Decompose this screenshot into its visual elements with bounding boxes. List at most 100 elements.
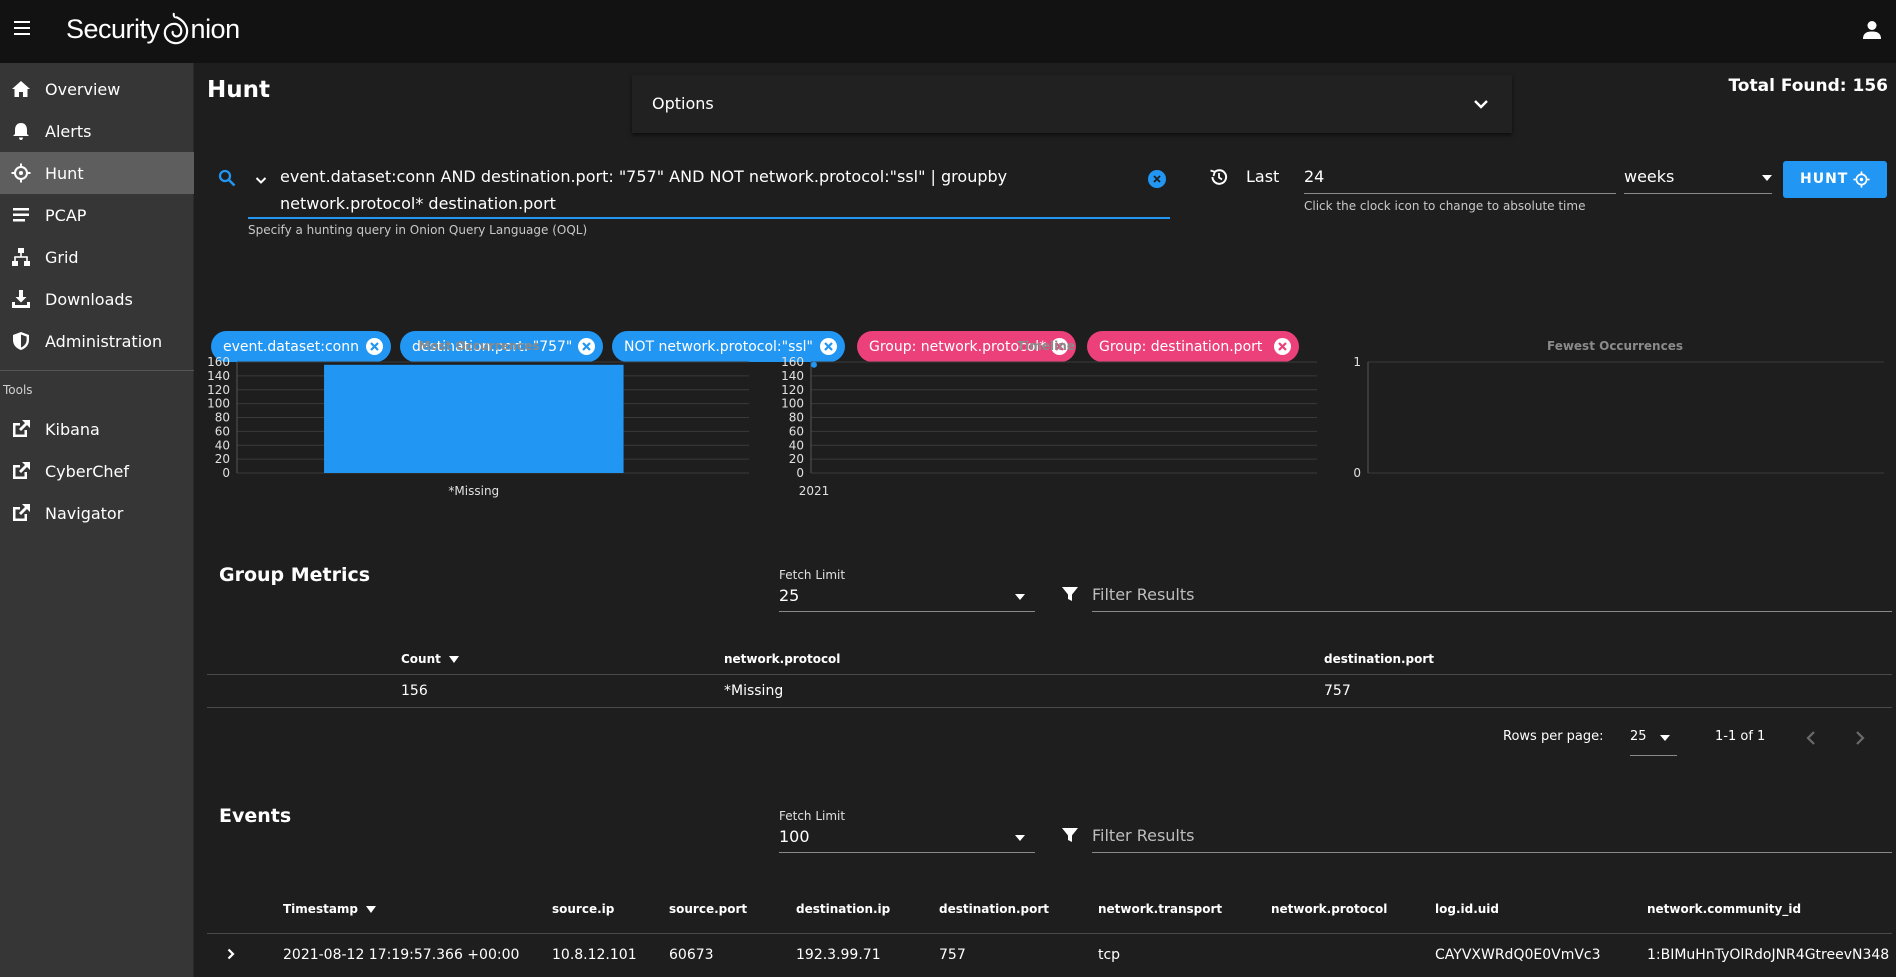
y-tick-label: 40	[789, 438, 804, 452]
chevron-right-icon[interactable]	[1855, 730, 1865, 746]
column-header-network-protocol[interactable]: network.protocol	[1271, 902, 1387, 916]
page-title: Hunt	[207, 77, 270, 103]
sidebar: Overview Alerts Hunt PCAP Grid Downloads…	[0, 63, 194, 977]
account-icon[interactable]	[1862, 20, 1882, 40]
column-header-timestamp[interactable]: Timestamp	[283, 902, 377, 916]
group-fetch-limit-underline	[779, 611, 1035, 612]
menu-icon[interactable]	[14, 20, 32, 36]
home-icon	[12, 81, 30, 97]
time-amount-input[interactable]: 24	[1304, 167, 1604, 186]
column-header-network-protocol[interactable]: network.protocol	[724, 652, 840, 666]
tools-heading: Tools	[3, 383, 33, 397]
table-divider	[207, 707, 1892, 708]
chevron-left-icon[interactable]	[1806, 730, 1816, 746]
sidebar-item-grid[interactable]: Grid	[0, 236, 194, 278]
cell-log-id-uid: CAYVXWRdQ0E0VmVc3	[1435, 947, 1601, 963]
expand-chevron-icon[interactable]	[227, 948, 235, 960]
hunt-query-input[interactable]: event.dataset:conn AND destination.port:…	[280, 163, 1160, 213]
crosshairs-icon	[11, 163, 31, 183]
column-header-destination-port[interactable]: destination.port	[1324, 652, 1434, 666]
download-icon	[12, 290, 30, 308]
sidebar-item-navigator[interactable]: Navigator	[0, 492, 194, 534]
cell-source-ip: 10.8.12.101	[552, 947, 637, 963]
events-filter-underline	[1092, 852, 1892, 853]
cell-network-community-id: 1:BIMuHnTyOlRdoJNR4GtreevN348	[1647, 947, 1890, 963]
rows-per-page-value: 25	[1630, 729, 1647, 744]
column-header-destination-ip[interactable]: destination.ip	[796, 902, 890, 916]
y-tick-label: 80	[215, 411, 230, 425]
caret-down-icon	[1015, 835, 1025, 841]
group-filter-underline	[1092, 611, 1892, 612]
cell-destination-ip: 192.3.99.71	[796, 947, 881, 963]
sidebar-item-hunt[interactable]: Hunt	[0, 152, 194, 194]
column-header-network-transport[interactable]: network.transport	[1098, 902, 1222, 916]
sidebar-item-label: PCAP	[45, 205, 87, 225]
filter-icon	[1062, 587, 1078, 601]
cell-destination-port: 757	[939, 947, 966, 963]
column-header-network-community-id[interactable]: network.community_id	[1647, 902, 1801, 916]
rows-per-page-select[interactable]: 25	[1630, 727, 1677, 749]
external-link-icon	[13, 504, 30, 521]
sidebar-item-overview[interactable]: Overview	[0, 68, 194, 110]
sidebar-item-administration[interactable]: Administration	[0, 320, 194, 362]
y-tick-label: 120	[781, 383, 804, 397]
app-logo: Security nion	[66, 12, 240, 46]
top-app-bar: Security nion	[0, 0, 1896, 63]
y-tick-label: 20	[789, 452, 804, 466]
options-label: Options	[652, 94, 714, 113]
last-label: Last	[1246, 167, 1280, 186]
time-amount-underline	[1304, 193, 1616, 194]
filter-icon	[1062, 828, 1078, 842]
sidebar-item-pcap[interactable]: PCAP	[0, 194, 194, 236]
time-unit-select[interactable]: weeks	[1624, 163, 1772, 195]
sidebar-item-alerts[interactable]: Alerts	[0, 110, 194, 152]
sidebar-item-label: Overview	[45, 79, 121, 99]
query-history-chevron-icon[interactable]	[255, 176, 267, 185]
total-found: Total Found: 156	[1728, 76, 1888, 96]
crosshairs-icon	[1853, 171, 1870, 188]
external-link-icon	[13, 462, 30, 479]
external-link-icon	[13, 420, 30, 437]
rows-per-page-underline	[1630, 755, 1677, 756]
y-tick-label: 20	[215, 452, 230, 466]
data-point	[811, 361, 817, 368]
column-header-source-ip[interactable]: source.ip	[552, 902, 614, 916]
history-clock-icon[interactable]	[1209, 167, 1229, 187]
column-header-source-port[interactable]: source.port	[669, 902, 747, 916]
table-row[interactable]: 2021-08-12 17:19:57.366 +00:00 10.8.12.1…	[207, 934, 1892, 974]
group-fetch-limit-select[interactable]: 25	[779, 583, 1035, 609]
column-header-label: Timestamp	[283, 902, 359, 916]
logo-text-security: Security	[66, 13, 160, 44]
sidebar-item-downloads[interactable]: Downloads	[0, 278, 194, 320]
search-icon[interactable]	[218, 169, 236, 187]
sort-desc-icon	[366, 906, 377, 913]
y-tick-label: 100	[781, 397, 804, 411]
cell-network-transport: tcp	[1098, 947, 1121, 963]
y-tick-label: 0	[1353, 466, 1361, 480]
group-fetch-limit-value: 25	[779, 586, 800, 605]
query-clear-icon[interactable]	[1148, 170, 1166, 188]
sidebar-item-cyberchef[interactable]: CyberChef	[0, 450, 194, 492]
bar	[324, 364, 624, 473]
time-unit-underline	[1624, 193, 1772, 194]
group-filter-input[interactable]: Filter Results	[1092, 585, 1877, 604]
events-fetch-limit-select[interactable]: 100	[779, 824, 1035, 850]
column-header-log-id-uid[interactable]: log.id.uid	[1435, 902, 1499, 916]
y-tick-label: 80	[789, 411, 804, 425]
sidebar-item-kibana[interactable]: Kibana	[0, 408, 194, 450]
column-header-count[interactable]: Count	[401, 652, 460, 666]
sidebar-item-label: Kibana	[45, 419, 100, 439]
events-filter-input[interactable]: Filter Results	[1092, 826, 1877, 845]
group-fetch-limit-label: Fetch Limit	[779, 568, 846, 582]
chevron-down-icon	[1474, 100, 1488, 109]
group-metrics-title: Group Metrics	[219, 564, 371, 586]
column-header-destination-port[interactable]: destination.port	[939, 902, 1049, 916]
table-row[interactable]: 156 *Missing 757	[207, 675, 1892, 707]
query-underline	[248, 217, 1170, 219]
sidebar-divider	[0, 370, 194, 371]
y-tick-label: 160	[781, 355, 804, 369]
hunt-button[interactable]: HUNT	[1783, 161, 1887, 198]
onion-logo-icon	[163, 12, 188, 45]
options-panel-header[interactable]: Options	[632, 75, 1512, 133]
main-content: Hunt Options Total Found: 156 event.data…	[194, 63, 1896, 977]
